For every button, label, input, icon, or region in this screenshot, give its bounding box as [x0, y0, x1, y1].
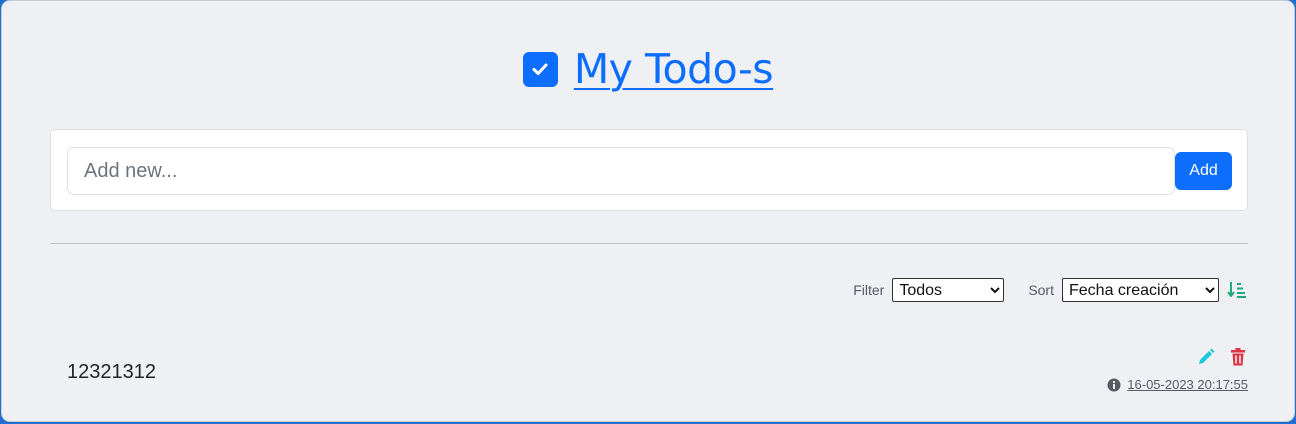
sort-ascending-icon[interactable]: [1227, 280, 1247, 300]
todo-text: 12321312: [67, 361, 156, 383]
app-header: My Todo-s: [2, 41, 1294, 97]
list-controls: Filter Todos Sort Fecha creación: [853, 277, 1247, 303]
check-square-icon: [522, 51, 558, 87]
filter-select[interactable]: Todos: [892, 278, 1005, 302]
pencil-icon[interactable]: [1196, 347, 1216, 367]
todo-item: 12321312 16-05-2023 20:17:55: [50, 341, 1248, 401]
filter-label: Filter: [853, 282, 885, 298]
todo-meta: 16-05-2023 20:17:55: [1107, 377, 1248, 392]
todo-actions: [1196, 347, 1248, 367]
todo-app: My Todo-s Add Filter Todos Sort Fecha cr…: [1, 0, 1295, 422]
add-button[interactable]: Add: [1175, 152, 1232, 190]
trash-icon[interactable]: [1228, 347, 1248, 367]
divider: [50, 243, 1248, 244]
add-todo-input[interactable]: [67, 147, 1175, 195]
sort-select[interactable]: Fecha creación: [1062, 278, 1219, 302]
sort-label: Sort: [1028, 282, 1054, 298]
info-circle-icon: [1107, 378, 1121, 391]
add-todo-form: Add: [50, 129, 1248, 211]
todo-date[interactable]: 16-05-2023 20:17:55: [1127, 377, 1248, 392]
page-title[interactable]: My Todo-s: [574, 45, 774, 93]
